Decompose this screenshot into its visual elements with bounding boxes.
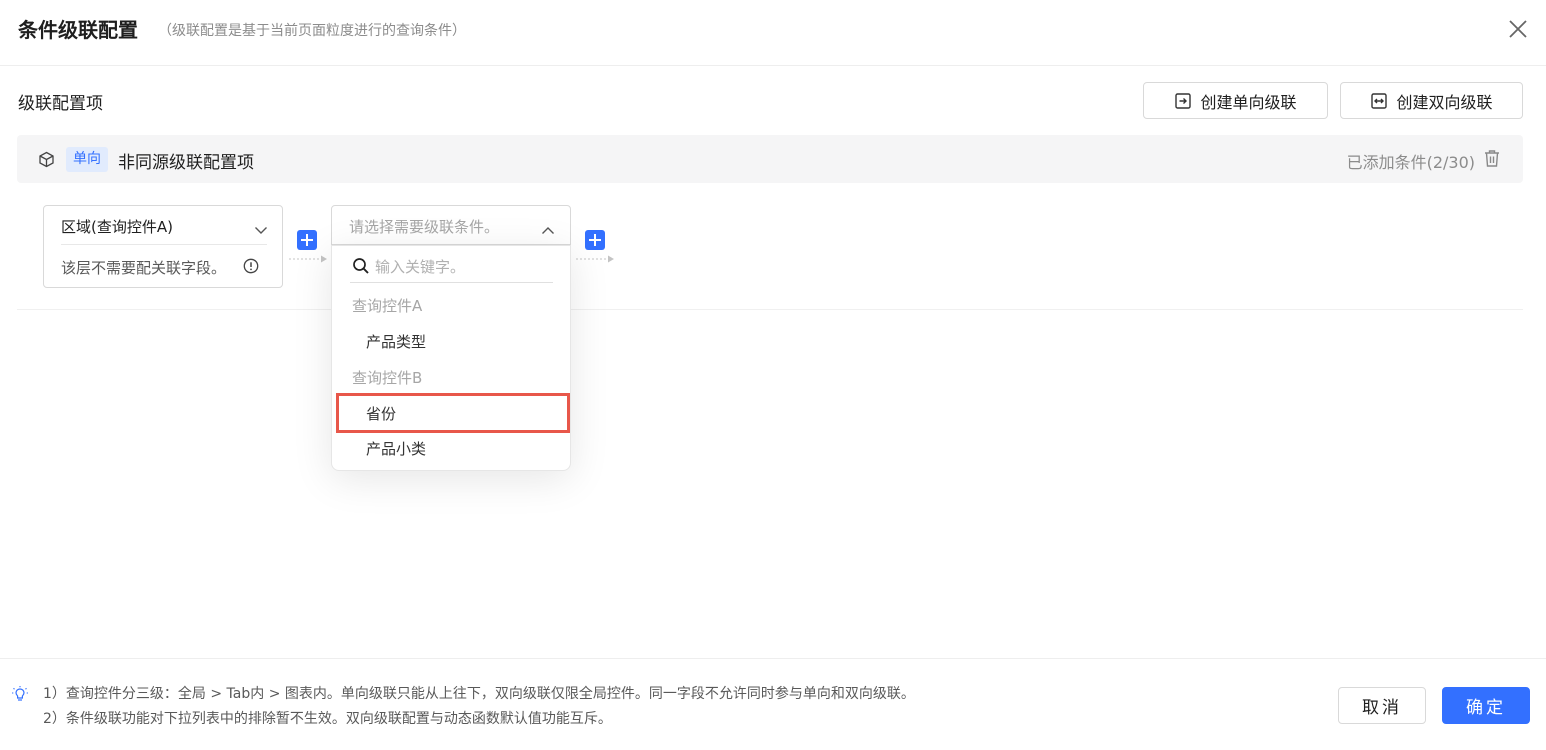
cascade-dropdown: 查询控件A 产品类型 查询控件B 省份 产品小类 (331, 245, 571, 471)
chevron-down-icon[interactable] (254, 220, 268, 239)
direction-tag: 单向 (66, 147, 108, 172)
node-b-placeholder: 请选择需要级联条件。 (349, 218, 500, 236)
create-two-way-label: 创建双向级联 (1396, 92, 1493, 112)
node-a-hint: 该层不需要配关联字段。 (61, 259, 227, 277)
node-a-divider (61, 244, 267, 245)
connector-arrow-icon (576, 255, 614, 263)
search-icon (353, 258, 369, 274)
dialog-title: 条件级联配置 (18, 18, 138, 42)
section-title: 级联配置项 (18, 94, 103, 114)
group-label: 查询控件A (352, 297, 423, 315)
config-item-name: 非同源级联配置项 (118, 153, 254, 173)
config-item-bar: 单向 非同源级联配置项 已添加条件(2/30) (17, 135, 1523, 183)
added-count: 已添加条件(2/30) (1346, 153, 1475, 172)
confirm-button[interactable]: 确定 (1442, 687, 1530, 724)
info-icon (243, 258, 259, 278)
connector-arrow-icon (289, 255, 327, 263)
create-one-way-button[interactable]: 创建单向级联 (1143, 82, 1328, 119)
cascade-node-a: 区域(查询控件A) 该层不需要配关联字段。 (43, 205, 283, 288)
dropdown-search (350, 253, 553, 283)
chevron-up-icon[interactable] (541, 220, 555, 239)
trash-icon[interactable] (1483, 149, 1501, 172)
add-condition-button[interactable] (297, 230, 317, 250)
option-item[interactable]: 产品小类 (366, 438, 426, 459)
two-way-arrow-icon (1371, 92, 1388, 109)
close-icon[interactable] (1507, 18, 1529, 40)
create-two-way-button[interactable]: 创建双向级联 (1340, 82, 1523, 119)
highlight-box (336, 393, 570, 433)
option-item[interactable]: 产品类型 (366, 331, 426, 352)
search-input[interactable] (375, 255, 550, 279)
dialog-footer: 1）查询控件分三级：全局 > Tab内 > 图表内。单向级联只能从上往下，双向级… (0, 658, 1546, 750)
group-label: 查询控件B (352, 369, 423, 387)
add-condition-button[interactable] (585, 230, 605, 250)
one-way-arrow-icon (1175, 92, 1192, 109)
footer-note-2: 2）条件级联功能对下拉列表中的排除暂不生效。双向级联配置与动态函数默认值功能互斥… (43, 711, 612, 727)
node-a-select[interactable]: 区域(查询控件A) (61, 216, 173, 237)
dialog-header: 条件级联配置 （级联配置是基于当前页面粒度进行的查询条件） (0, 0, 1546, 66)
content-divider (17, 309, 1523, 310)
cancel-button[interactable]: 取消 (1338, 687, 1426, 724)
lightbulb-icon (11, 685, 29, 707)
footer-note-1: 1）查询控件分三级：全局 > Tab内 > 图表内。单向级联只能从上往下，双向级… (43, 686, 915, 702)
create-one-way-label: 创建单向级联 (1200, 92, 1297, 112)
cube-icon (38, 151, 55, 172)
cascade-node-b-select[interactable]: 请选择需要级联条件。 (331, 205, 571, 245)
dialog-subtitle: （级联配置是基于当前页面粒度进行的查询条件） (158, 23, 466, 39)
